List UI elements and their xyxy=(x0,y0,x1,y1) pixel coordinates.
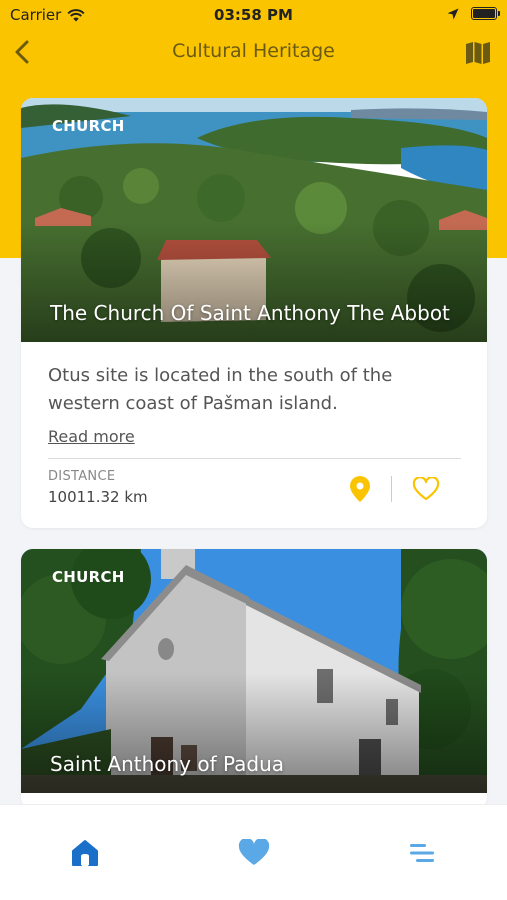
home-icon xyxy=(72,840,98,866)
card-image[interactable]: CHURCH The Church Of Saint Anthony The A… xyxy=(21,98,487,342)
favorite-button[interactable] xyxy=(411,476,441,502)
heart-outline-icon xyxy=(412,477,440,501)
menu-icon xyxy=(410,844,434,862)
tab-home[interactable] xyxy=(65,835,105,871)
page-title: Cultural Heritage xyxy=(172,40,335,62)
card-title: The Church Of Saint Anthony The Abbot xyxy=(50,301,450,325)
navigation-bar: Cultural Heritage xyxy=(0,30,507,76)
status-bar: Carrier 03:58 PM xyxy=(0,0,507,30)
battery-icon xyxy=(471,7,500,20)
heart-icon xyxy=(238,839,270,865)
tab-favorites[interactable] xyxy=(234,835,274,871)
distance-label: DISTANCE xyxy=(48,469,116,484)
tab-bar xyxy=(0,804,507,900)
map-button[interactable] xyxy=(463,38,493,68)
card-category: CHURCH xyxy=(52,117,125,135)
location-arrow-icon xyxy=(447,8,459,19)
card-image[interactable]: CHURCH Saint Anthony of Padua xyxy=(21,549,487,793)
map-icon xyxy=(466,42,490,64)
location-button[interactable] xyxy=(347,474,373,504)
status-icons xyxy=(447,7,500,20)
card-description: Otus site is located in the south of the… xyxy=(48,365,393,414)
heritage-card[interactable]: CHURCH Saint Anthony of Padua xyxy=(21,549,487,809)
tab-menu[interactable] xyxy=(402,835,442,871)
location-pin-icon xyxy=(350,476,370,502)
distance-value: 10011.32 km xyxy=(48,488,148,506)
heritage-card[interactable]: CHURCH The Church Of Saint Anthony The A… xyxy=(21,98,487,528)
read-more-link[interactable]: Read more xyxy=(48,427,135,446)
card-category: CHURCH xyxy=(52,568,125,586)
card-divider xyxy=(48,458,461,459)
card-title: Saint Anthony of Padua xyxy=(50,752,285,776)
action-separator xyxy=(391,476,392,502)
status-time: 03:58 PM xyxy=(214,6,293,24)
